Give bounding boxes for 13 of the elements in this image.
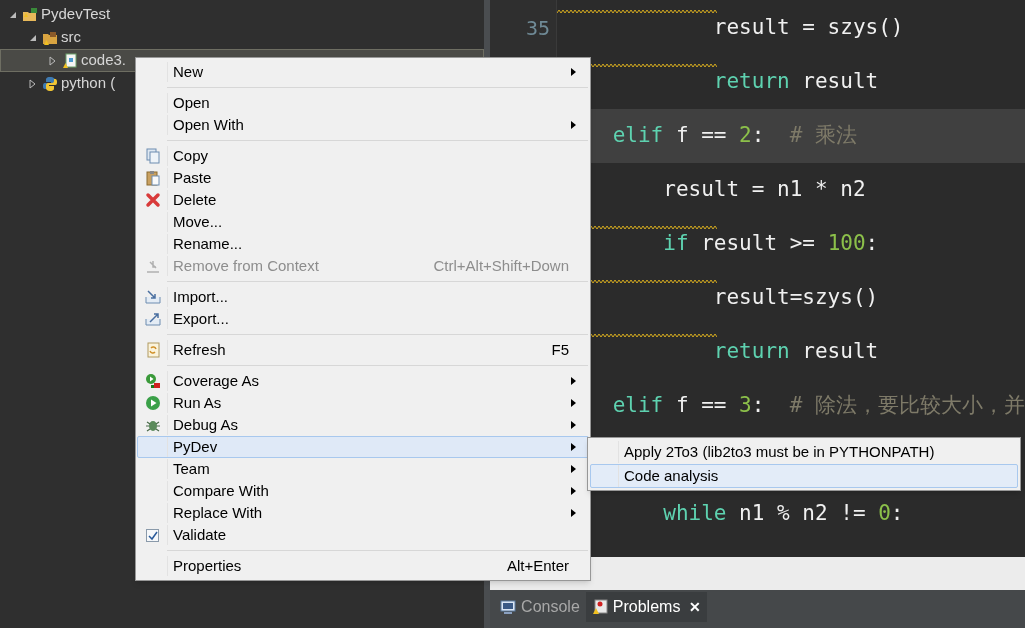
code-line: if result >= 100:: [663, 230, 879, 258]
code-line: while n1 % n2 != 0:: [663, 500, 904, 528]
shortcut-label: F5: [551, 339, 569, 360]
line-number: 35: [526, 15, 551, 42]
code-line: result = szys(): [713, 14, 904, 42]
code-line: result = n1 * n2: [663, 176, 866, 204]
code-line: return result: [713, 68, 879, 96]
shortcut-label: Ctrl+Alt+Shift+Down: [433, 255, 569, 276]
code-line: elif f == 3: # 除法，要比较大小，并: [612, 392, 1025, 420]
code-line: result=szys(): [713, 284, 879, 312]
shortcut-label: Alt+Enter: [506, 555, 569, 576]
code-line: elif f == 2: # 乘法: [612, 122, 857, 150]
code-line: return result: [713, 338, 879, 366]
